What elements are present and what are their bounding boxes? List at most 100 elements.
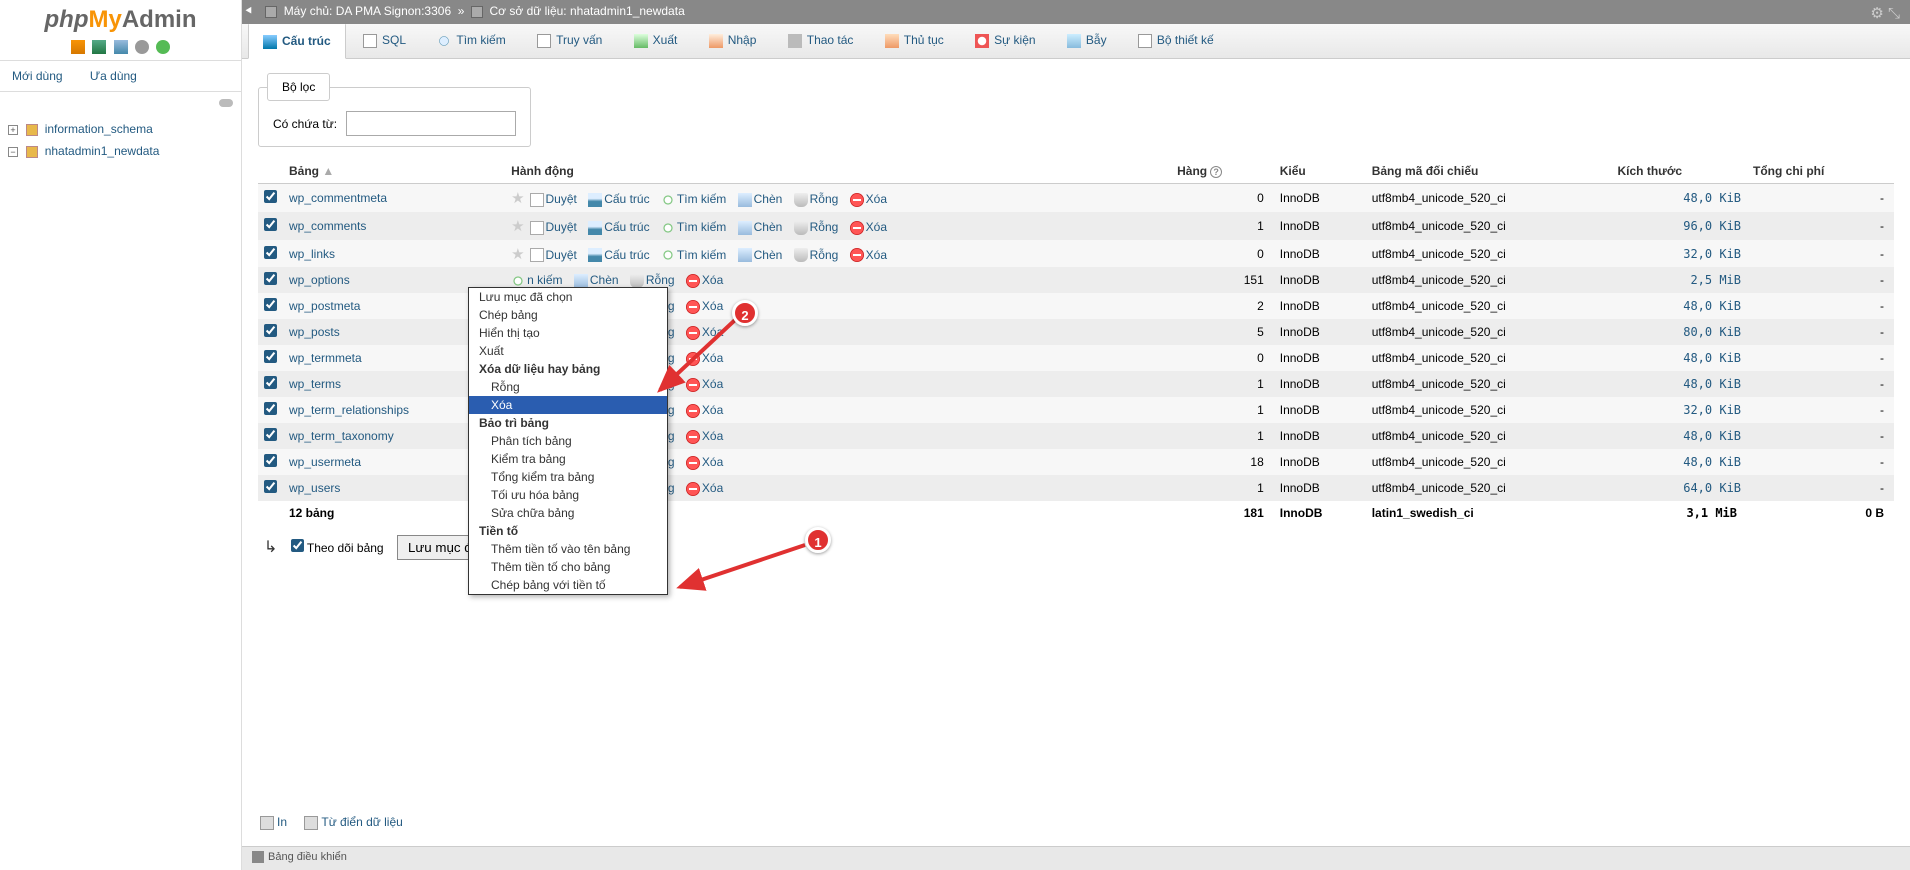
action-drop[interactable]: Xóa bbox=[850, 248, 887, 262]
phpmyadmin-logo[interactable]: phpMyAdmin bbox=[0, 0, 241, 36]
ctx-copy[interactable]: Chép bảng bbox=[469, 306, 667, 324]
row-checkbox[interactable] bbox=[264, 298, 277, 311]
tab-designer[interactable]: Bộ thiết kế bbox=[1124, 24, 1228, 57]
table-name[interactable]: wp_usermeta bbox=[289, 455, 361, 469]
tab-query[interactable]: Truy vấn bbox=[523, 24, 616, 57]
tab-structure[interactable]: Cấu trúc bbox=[248, 23, 346, 59]
row-checkbox[interactable] bbox=[264, 376, 277, 389]
row-checkbox[interactable] bbox=[264, 402, 277, 415]
print-link[interactable]: In bbox=[260, 815, 287, 829]
data-dictionary-link[interactable]: Từ điển dữ liệu bbox=[304, 815, 402, 829]
ctx-check[interactable]: Kiểm tra bảng bbox=[469, 450, 667, 468]
logout-icon[interactable] bbox=[92, 40, 106, 54]
home-icon[interactable] bbox=[71, 40, 85, 54]
action-structure[interactable]: Cấu trúc bbox=[588, 248, 649, 262]
action-search[interactable]: Tìm kiếm bbox=[661, 248, 726, 262]
tab-import[interactable]: Nhập bbox=[695, 24, 771, 57]
track-checkbox[interactable] bbox=[291, 539, 304, 552]
table-name[interactable]: wp_postmeta bbox=[289, 299, 360, 313]
favorites-tab[interactable]: Ưa dùng bbox=[78, 61, 149, 91]
reload-icon[interactable] bbox=[156, 40, 170, 54]
col-overhead[interactable]: Tổng chi phí bbox=[1747, 159, 1894, 184]
ctx-drop[interactable]: Xóa bbox=[469, 396, 667, 414]
console-bar[interactable]: Bảng điều khiển bbox=[242, 846, 1910, 870]
table-name[interactable]: wp_termmeta bbox=[289, 351, 362, 365]
favorite-icon[interactable]: ★ bbox=[511, 245, 526, 260]
action-browse[interactable]: Duyệt bbox=[530, 192, 577, 206]
breadcrumb-server[interactable]: DA PMA Signon:3306 bbox=[336, 4, 451, 18]
action-empty[interactable]: Rỗng bbox=[794, 248, 839, 262]
favorite-icon[interactable]: ★ bbox=[511, 189, 526, 204]
tab-export[interactable]: Xuất bbox=[620, 24, 692, 57]
action-drop[interactable]: Xóa bbox=[850, 220, 887, 234]
expand-icon[interactable]: + bbox=[8, 125, 18, 135]
ctx-copy-prefix[interactable]: Chép bảng với tiền tố bbox=[469, 576, 667, 594]
ctx-optimize[interactable]: Tối ưu hóa bảng bbox=[469, 486, 667, 504]
ctx-export[interactable]: Xuất bbox=[469, 342, 667, 360]
table-name[interactable]: wp_commentmeta bbox=[289, 191, 387, 205]
ctx-analyze[interactable]: Phân tích bảng bbox=[469, 432, 667, 450]
tab-routines[interactable]: Thủ tục bbox=[871, 24, 958, 57]
docs-icon[interactable] bbox=[114, 40, 128, 54]
tab-sql[interactable]: SQL bbox=[349, 24, 420, 57]
ctx-replace-prefix[interactable]: Thêm tiền tố cho bảng bbox=[469, 558, 667, 576]
page-settings-icon[interactable]: ⚙ bbox=[1870, 5, 1883, 22]
table-name[interactable]: wp_options bbox=[289, 273, 350, 287]
tab-search[interactable]: Tìm kiếm bbox=[423, 24, 519, 57]
action-browse[interactable]: Duyệt bbox=[530, 220, 577, 234]
action-drop[interactable]: Xóa bbox=[686, 429, 723, 443]
ctx-show-create[interactable]: Hiển thị tạo bbox=[469, 324, 667, 342]
favorite-icon[interactable]: ★ bbox=[511, 217, 526, 232]
action-drop[interactable]: Xóa bbox=[686, 377, 723, 391]
ctx-save[interactable]: Lưu mục đã chọn bbox=[469, 288, 667, 306]
navsettings-icon[interactable] bbox=[135, 40, 149, 54]
action-insert[interactable]: Chèn bbox=[738, 192, 783, 206]
table-name[interactable]: wp_term_relationships bbox=[289, 403, 409, 417]
row-checkbox[interactable] bbox=[264, 480, 277, 493]
action-drop[interactable]: Xóa bbox=[686, 299, 723, 313]
action-insert[interactable]: Chèn bbox=[574, 273, 619, 287]
collapse-db-icon[interactable]: − bbox=[8, 147, 18, 157]
action-drop[interactable]: Xóa bbox=[686, 351, 723, 365]
col-size[interactable]: Kích thước bbox=[1611, 159, 1747, 184]
tab-triggers[interactable]: Bẫy bbox=[1053, 24, 1121, 57]
help-icon[interactable]: ? bbox=[1210, 166, 1222, 178]
action-drop[interactable]: Xóa bbox=[686, 455, 723, 469]
collapse-icon[interactable] bbox=[219, 99, 233, 107]
row-checkbox[interactable] bbox=[264, 454, 277, 467]
row-checkbox[interactable] bbox=[264, 350, 277, 363]
action-empty[interactable]: Rỗng bbox=[794, 220, 839, 234]
table-name[interactable]: wp_users bbox=[289, 481, 340, 495]
table-name[interactable]: wp_terms bbox=[289, 377, 341, 391]
ctx-empty[interactable]: Rỗng bbox=[469, 378, 667, 396]
row-checkbox[interactable] bbox=[264, 272, 277, 285]
ctx-add-prefix[interactable]: Thêm tiền tố vào tên bảng bbox=[469, 540, 667, 558]
ctx-checksum[interactable]: Tổng kiểm tra bảng bbox=[469, 468, 667, 486]
table-name[interactable]: wp_comments bbox=[289, 219, 366, 233]
breadcrumb-db[interactable]: nhatadmin1_newdata bbox=[570, 4, 685, 18]
db-item-information-schema[interactable]: + information_schema bbox=[6, 118, 235, 140]
action-search[interactable]: Tìm kiếm bbox=[661, 220, 726, 234]
ctx-repair[interactable]: Sửa chữa bảng bbox=[469, 504, 667, 522]
action-insert[interactable]: Chèn bbox=[738, 220, 783, 234]
row-checkbox[interactable] bbox=[264, 428, 277, 441]
col-collation[interactable]: Bảng mã đối chiếu bbox=[1366, 159, 1612, 184]
action-empty[interactable]: Rỗng bbox=[630, 273, 675, 287]
action-search[interactable]: Tìm kiếm bbox=[661, 192, 726, 206]
db-item-nhatadmin1-newdata[interactable]: − nhatadmin1_newdata bbox=[6, 140, 235, 162]
row-checkbox[interactable] bbox=[264, 218, 277, 231]
filter-input[interactable] bbox=[346, 111, 516, 136]
col-type[interactable]: Kiểu bbox=[1274, 159, 1366, 184]
action-empty[interactable]: Rỗng bbox=[794, 192, 839, 206]
action-browse[interactable]: Duyệt bbox=[530, 248, 577, 262]
tab-events[interactable]: Sự kiện bbox=[961, 24, 1049, 57]
action-search[interactable]: n kiếm bbox=[511, 273, 562, 287]
row-checkbox[interactable] bbox=[264, 190, 277, 203]
tab-operations[interactable]: Thao tác bbox=[774, 24, 868, 57]
action-structure[interactable]: Cấu trúc bbox=[588, 220, 649, 234]
table-name[interactable]: wp_posts bbox=[289, 325, 340, 339]
recent-tab[interactable]: Mới dùng bbox=[0, 61, 75, 91]
action-drop[interactable]: Xóa bbox=[686, 325, 723, 339]
nav-back-icon[interactable]: ⯇ bbox=[244, 4, 258, 18]
action-drop[interactable]: Xóa bbox=[686, 481, 723, 495]
